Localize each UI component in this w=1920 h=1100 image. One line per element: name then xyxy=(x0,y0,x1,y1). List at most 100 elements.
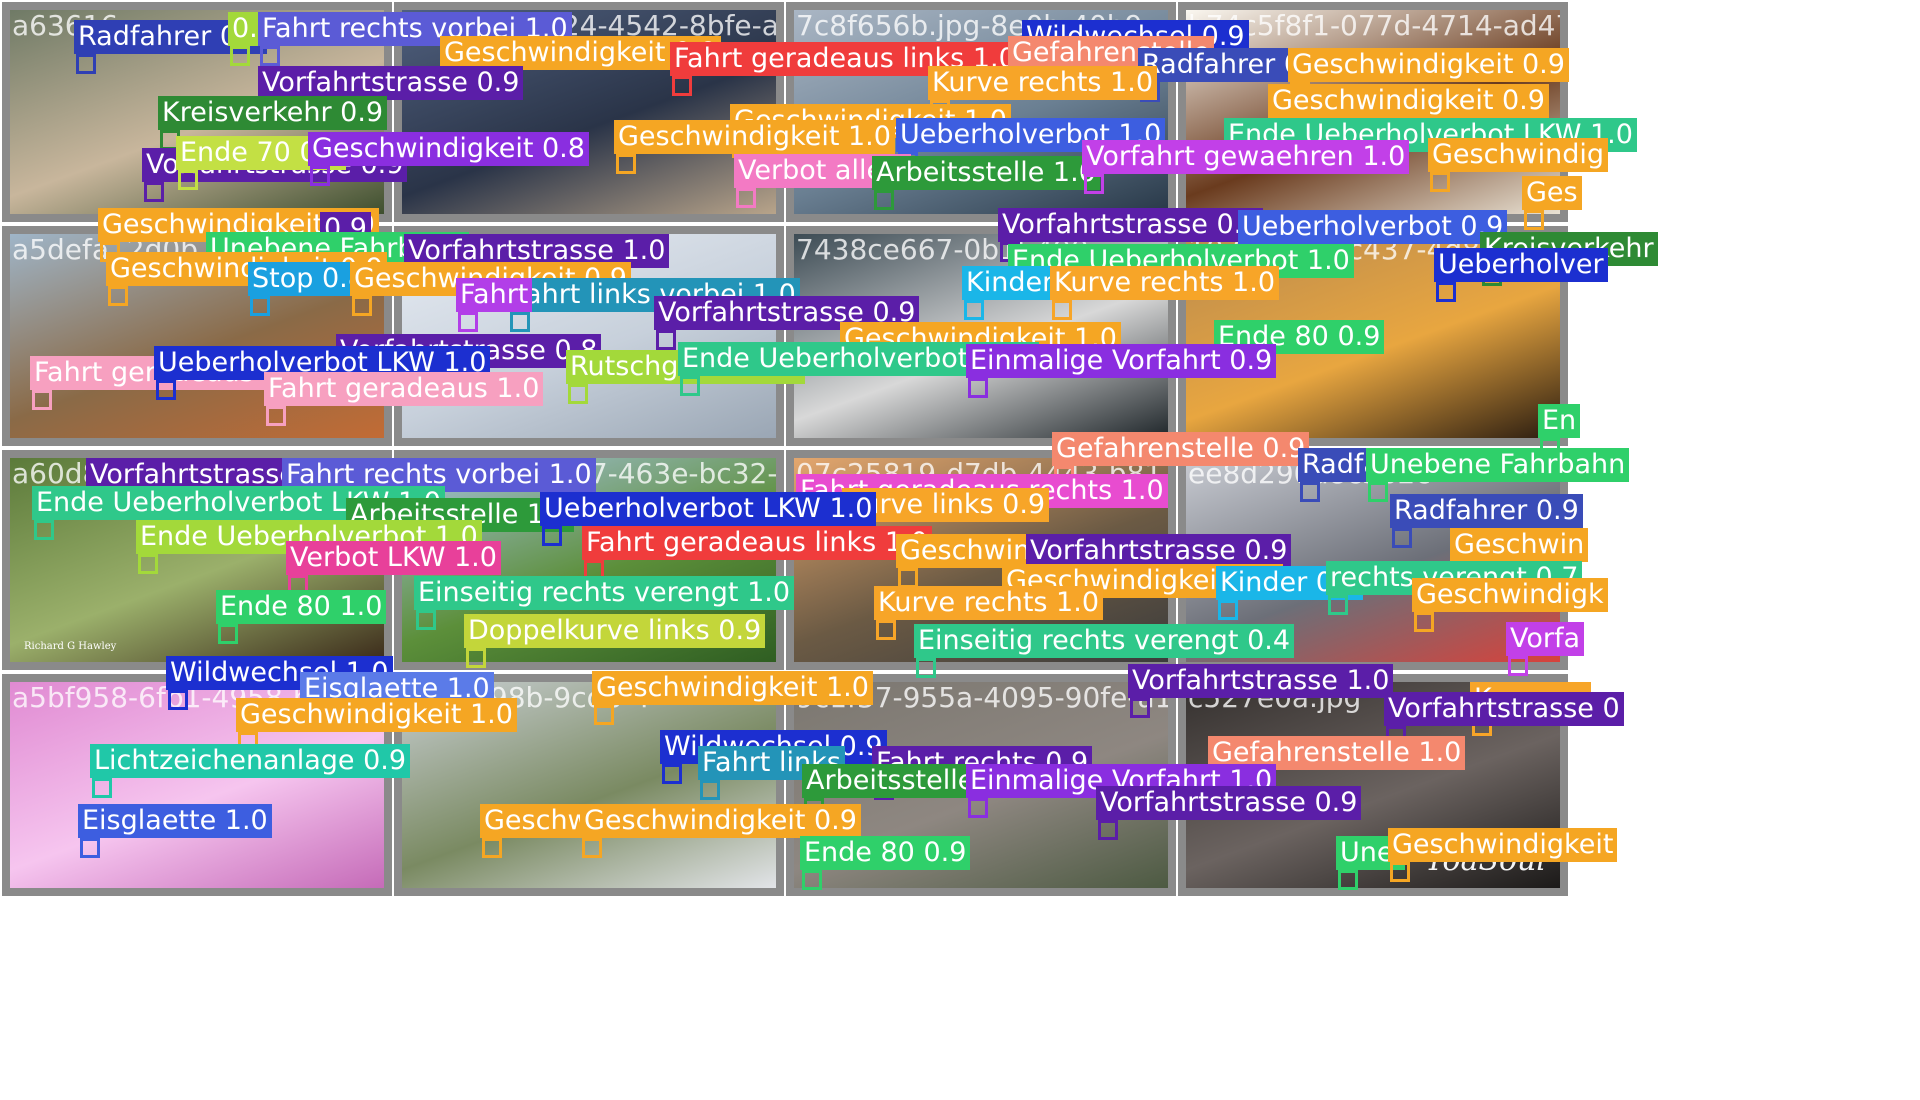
detection-label: Einseitig rechts verengt 1.0 xyxy=(414,576,795,610)
detection-box xyxy=(76,54,96,74)
detection-label: En xyxy=(1538,404,1581,438)
detection-label: Eisglaette 1.0 xyxy=(78,804,272,838)
detection-box xyxy=(874,190,894,210)
detection-box xyxy=(1098,820,1118,840)
detection-box xyxy=(178,170,198,190)
detection-label: Ges xyxy=(1522,176,1582,210)
detection-label: Einmalige Vorfahrt 0.9 xyxy=(966,344,1277,378)
detection-box xyxy=(266,406,286,426)
detection-box xyxy=(466,648,486,668)
detection-box xyxy=(34,520,54,540)
detection-label: Vorfahrtstrasse 1.0 xyxy=(1128,664,1394,698)
detection-box xyxy=(1368,482,1388,502)
detection-label: Unebene Fahrbahn xyxy=(1366,448,1630,482)
detection-label: Geschwindigkeit 1.0 xyxy=(236,698,517,732)
detection-label: Ueberholverbot LKW 1.0 xyxy=(540,492,877,526)
detection-box xyxy=(416,610,436,630)
detection-label: Kurve rechts 1.0 xyxy=(1050,266,1279,300)
detection-label: Geschwindigkeit 1.0 xyxy=(614,120,895,154)
detection-label: Vorfahrtstrasse 0.9 xyxy=(1096,786,1362,820)
detection-box xyxy=(156,380,176,400)
detection-label: Gefahrenstelle 0.9 xyxy=(1052,432,1310,466)
detection-label: Ueberholverbot 0.9 xyxy=(1238,210,1508,244)
detection-label: Radfahrer 0.9 xyxy=(1390,494,1583,528)
detection-label: Fahrt geradeaus links 1.0 xyxy=(582,526,932,560)
detection-box xyxy=(680,376,700,396)
detection-box xyxy=(352,296,372,316)
detection-box xyxy=(1052,300,1072,320)
detection-label: Geschwindigk xyxy=(1412,578,1608,612)
detection-label: Ueberholver xyxy=(1434,248,1608,282)
detection-mosaic: a63616 2cb1950d324-4542-8bfe-a80c83e7 7c… xyxy=(0,0,1920,1100)
detection-box xyxy=(1328,595,1348,615)
detection-label: Geschwindigkeit 0.9 xyxy=(580,804,861,838)
detection-box xyxy=(662,764,682,784)
detection-label: Arbeitsstelle 1.0 xyxy=(872,156,1100,190)
detection-box xyxy=(542,526,562,546)
detection-label: Doppelkurve links 0.9 xyxy=(464,614,766,648)
detection-box xyxy=(32,390,52,410)
detection-box xyxy=(1130,698,1150,718)
detection-label: Verbot LKW 1.0 xyxy=(286,541,501,575)
detection-label: Fahrt geradeaus 1.0 xyxy=(264,372,544,406)
detection-box xyxy=(458,312,478,332)
detection-box xyxy=(1338,870,1358,890)
detection-label: Vorfahrt gewaehren 1.0 xyxy=(1082,140,1410,174)
detection-box xyxy=(916,658,936,678)
detection-box xyxy=(876,620,896,640)
detection-label: Vorfa xyxy=(1506,622,1585,656)
detection-box xyxy=(310,166,330,186)
detection-box xyxy=(510,312,530,332)
detection-label: Geschwin xyxy=(1450,528,1589,562)
detection-box xyxy=(80,838,100,858)
detection-label: Geschwindigkeit 0.9 xyxy=(1288,48,1569,82)
detection-box xyxy=(1430,172,1450,192)
detection-box xyxy=(594,705,614,725)
detection-box xyxy=(616,154,636,174)
detection-label: Ende 80 1.0 xyxy=(216,590,387,624)
detection-label: Vorfahrtstrasse 0.9 xyxy=(258,66,524,100)
detection-overlay: Radfahrer 0.6 0.8 Fahrt rechts vorbei 1.0 G… xyxy=(0,0,1920,1100)
detection-box xyxy=(482,838,502,858)
detection-box xyxy=(1524,210,1544,230)
detection-box xyxy=(230,46,250,66)
detection-label: Kreisverkehr 0.9 xyxy=(158,96,388,130)
detection-box xyxy=(964,300,984,320)
detection-label: Fahrt xyxy=(456,278,533,312)
detection-box xyxy=(968,378,988,398)
detection-box xyxy=(1436,282,1456,302)
detection-box xyxy=(582,838,602,858)
detection-box xyxy=(1390,862,1410,882)
detection-box xyxy=(736,188,756,208)
detection-box xyxy=(656,330,676,350)
detection-label: Geschwindigkeit 0.9 xyxy=(1268,84,1549,118)
detection-box xyxy=(1084,174,1104,194)
detection-label: Geschwindig xyxy=(1428,138,1609,172)
detection-box xyxy=(700,780,720,800)
detection-box xyxy=(138,554,158,574)
detection-box xyxy=(260,46,280,66)
detection-box xyxy=(898,568,918,588)
detection-box xyxy=(108,286,128,306)
detection-box xyxy=(1414,612,1434,632)
detection-label: Kurve rechts 1.0 xyxy=(874,586,1103,620)
detection-label: Geschwindigkeit xyxy=(1388,828,1618,862)
detection-label: Ende 80 0.9 xyxy=(800,836,971,870)
detection-label: Geschwindigkeit 0.8 xyxy=(308,132,589,166)
detection-label: Vorfahrtstrasse 0.9 xyxy=(998,208,1264,242)
detection-box xyxy=(1508,656,1528,676)
detection-box xyxy=(672,76,692,96)
detection-box xyxy=(1300,482,1320,502)
detection-label: Kurve rechts 1.0 xyxy=(928,66,1157,100)
detection-box xyxy=(1218,600,1238,620)
detection-label: Lichtzeichenanlage 0.9 xyxy=(90,744,411,778)
detection-label: Vorfahrtstrasse 0 xyxy=(1384,692,1624,726)
detection-box xyxy=(802,870,822,890)
detection-box xyxy=(92,778,112,798)
detection-box xyxy=(218,624,238,644)
detection-label: Einseitig rechts verengt 0.4 xyxy=(914,624,1295,658)
detection-box xyxy=(968,798,988,818)
detection-box xyxy=(250,296,270,316)
detection-box xyxy=(144,182,164,202)
detection-box xyxy=(1392,528,1412,548)
